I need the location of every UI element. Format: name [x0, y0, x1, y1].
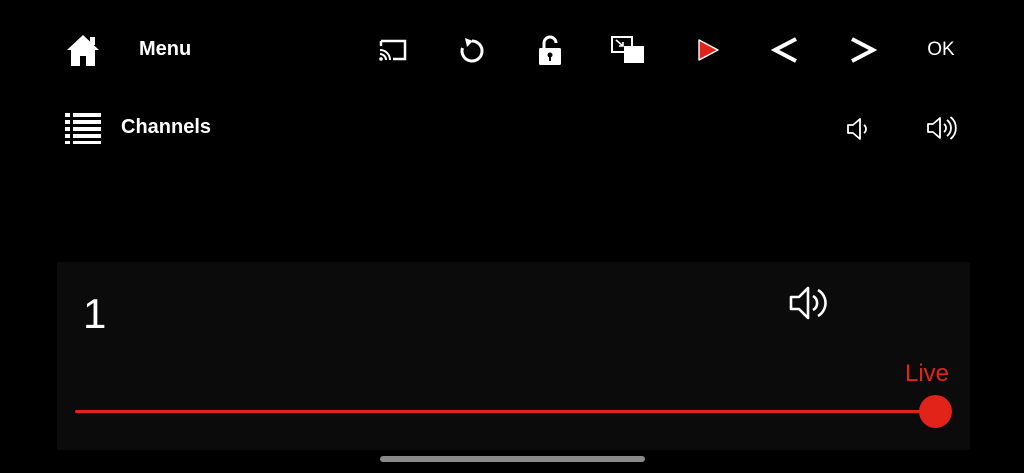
home-button[interactable] [64, 32, 102, 68]
ok-label: OK [927, 39, 955, 60]
channels-label[interactable]: Channels [121, 116, 211, 139]
volume-up-button[interactable] [925, 113, 959, 143]
home-icon [67, 35, 99, 66]
chevron-right-icon [851, 37, 878, 63]
channel-number: 1 [83, 290, 107, 337]
channels-list-button[interactable] [62, 110, 104, 146]
volume-up-icon [927, 116, 957, 140]
next-button[interactable] [846, 34, 880, 66]
picture-in-picture-icon [611, 36, 644, 63]
home-indicator[interactable] [380, 456, 645, 462]
remote-control-screen: Menu OK Channels 1 Live [0, 0, 1024, 473]
progress-track[interactable] [75, 410, 935, 413]
progress-thumb[interactable] [918, 395, 952, 428]
previous-button[interactable] [768, 34, 802, 66]
unlock-icon [539, 35, 561, 65]
play-button[interactable] [694, 36, 722, 64]
menu-label[interactable]: Menu [139, 38, 191, 61]
cast-button[interactable] [376, 36, 410, 64]
cast-icon [379, 39, 407, 61]
live-label: Live [904, 360, 949, 387]
ok-button[interactable]: OK [920, 36, 962, 64]
picture-in-picture-button[interactable] [610, 35, 646, 65]
volume-down-icon [847, 118, 867, 140]
mute-button[interactable] [787, 282, 833, 324]
play-icon [698, 39, 719, 61]
list-icon [65, 113, 101, 144]
volume-down-button[interactable] [845, 115, 873, 143]
speaker-icon [789, 286, 827, 320]
lock-button[interactable] [536, 33, 564, 67]
chevron-left-icon [770, 37, 797, 63]
refresh-icon [460, 38, 484, 63]
refresh-button[interactable] [456, 34, 488, 66]
player-panel: 1 Live [57, 262, 970, 450]
